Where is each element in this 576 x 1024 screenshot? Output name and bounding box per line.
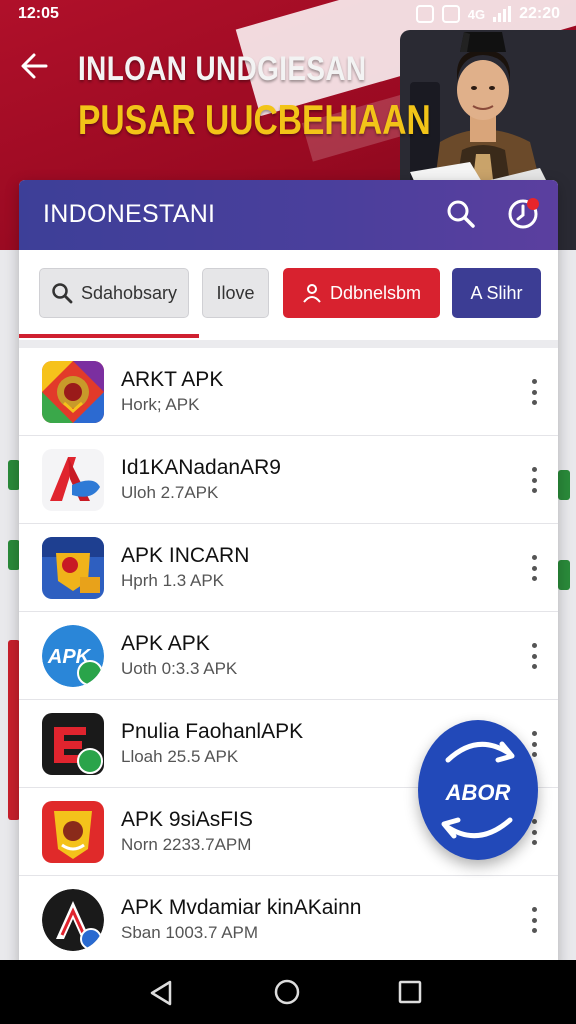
status-bar: 12:05 4G 22:20 [0,0,576,30]
app-subtitle: Norn 2233.7APM [121,835,252,854]
user-icon [303,284,321,303]
account-chip[interactable]: Ddbnelsbm [283,268,440,318]
app-bar-title: INDONESTANI [43,200,216,228]
search-chip-label: Sdahobsary [80,282,178,303]
red-e-logo-icon [42,713,104,775]
app-subtitle: Uloh 2.7APK [121,483,219,502]
fab-label: ABOR [445,780,511,805]
banner-title: INLOAN UNDGIESAN [78,50,367,88]
nav-recents-icon[interactable] [396,978,424,1006]
search-chip[interactable]: Sdahobsary [39,268,189,318]
side-hint [558,470,570,500]
garuda-emblem-icon [42,361,104,423]
list-item[interactable]: APK APK APK Uoth 0:3.3 APK [19,612,558,700]
banner-subtitle: PUSAR UUCBEHIAAN [78,96,431,143]
divider [19,340,558,348]
app-title: APK Mvdamiar kinAKainn [121,896,362,919]
list-item[interactable]: APK Mvdamiar kinAKainn Sban 1003.7 APM [19,876,558,964]
app-title: APK APK [121,632,210,655]
nav-home-icon[interactable] [272,977,302,1007]
emblem-shield-icon [42,537,104,599]
search-icon[interactable] [445,198,477,230]
app-subtitle: Lloah 25.5 APK [121,747,239,766]
navigation-bar [0,960,576,1024]
app-subtitle: Hork; APK [121,395,200,414]
kebab-icon[interactable] [521,376,547,408]
apk-circle-icon: APK [42,625,104,687]
more-chip-label: Ilove [216,282,255,303]
side-hint [558,560,570,590]
app-title: APK INCARN [121,544,250,567]
red-a-logo-icon [42,449,104,511]
active-tab-indicator [19,334,199,338]
notification-dot [527,198,539,210]
search-icon [52,283,73,304]
notification-icon [415,5,434,23]
filter-chips: Sdahobsary Ilove Ddbnelsbm A Slihr [19,250,558,342]
app-title: ARKT APK [121,368,224,391]
more-chip[interactable]: Ilove [202,268,269,318]
back-button[interactable] [14,46,54,86]
list-item[interactable]: ARKT APK Hork; APK [19,348,558,436]
kebab-icon[interactable] [521,464,547,496]
network-type: 4G [467,6,486,22]
app-subtitle: Uoth 0:3.3 APK [121,659,238,678]
list-item[interactable]: APK INCARN Hprh 1.3 APK [19,524,558,612]
signal-icon [493,6,512,22]
red-mascot-icon [42,801,104,863]
app-bar: INDONESTANI [19,180,558,250]
app-subtitle: Sban 1003.7 APM [121,923,259,942]
kebab-icon[interactable] [521,552,547,584]
sort-chip[interactable]: A Slihr [452,268,541,318]
status-time: 12:05 [18,5,59,22]
arrow-left-icon [21,53,48,79]
app-title: APK 9siAsFIS [121,808,253,831]
sort-chip-label: A Slihr [470,282,523,303]
status-icons: 4G 22:20 [415,5,560,23]
status-clock: 22:20 [519,5,560,22]
floating-action-button[interactable]: ABOR [418,720,538,860]
app-list: ARKT APK Hork; APK Id1KANadanAR9 Uloh 2.… [19,348,558,964]
kebab-icon[interactable] [521,904,547,936]
app-title: Pnulia FaohanlAPK [121,720,304,743]
app-title: Id1KANadanAR9 [121,456,281,479]
black-a-logo-icon [42,889,104,951]
list-item[interactable]: Id1KANadanAR9 Uloh 2.7APK [19,436,558,524]
app-subtitle: Hprh 1.3 APK [121,571,225,590]
kebab-icon[interactable] [521,640,547,672]
account-chip-label: Ddbnelsbm [329,282,422,303]
nav-back-icon[interactable] [146,978,176,1008]
camera-icon [441,5,460,23]
